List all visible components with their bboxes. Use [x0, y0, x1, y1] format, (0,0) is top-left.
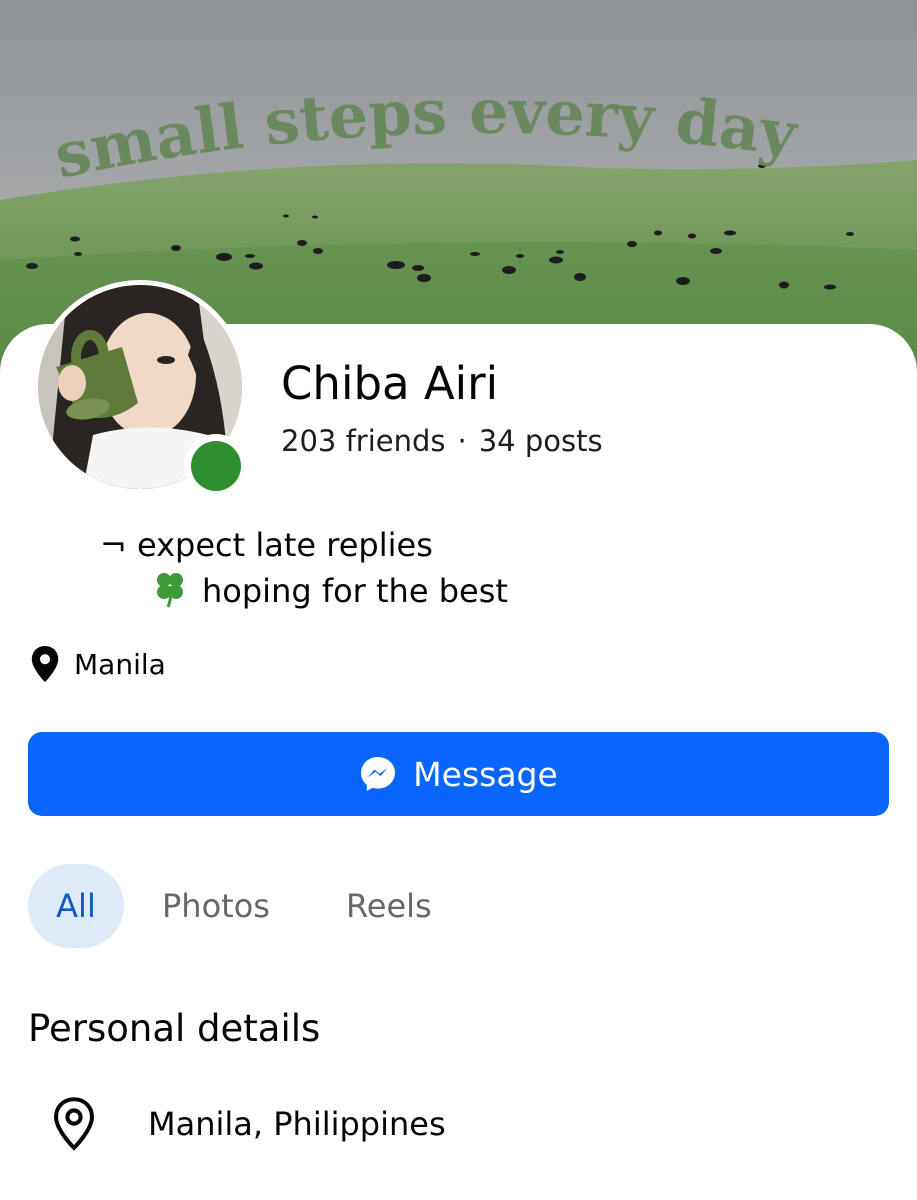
- messenger-icon: [361, 757, 396, 791]
- location-row: Manila: [30, 642, 166, 686]
- friends-count[interactable]: 203 friends: [281, 424, 446, 458]
- personal-details-title: Personal details: [28, 1007, 321, 1050]
- online-status-dot: [184, 434, 248, 498]
- tab-all[interactable]: All: [28, 864, 124, 948]
- message-button[interactable]: Message: [28, 732, 889, 816]
- content-tabs: All Photos Reels: [28, 864, 470, 948]
- location-pin-icon: [31, 646, 59, 682]
- location-pin-outline-icon: [54, 1097, 94, 1151]
- detail-row-location: Manila, Philippines: [52, 1094, 446, 1154]
- profile-name: Chiba Airi: [281, 357, 499, 410]
- location-label: Manila: [74, 647, 166, 681]
- bio-line-1: ¬ expect late replies: [100, 526, 433, 564]
- four-leaf-clover-icon: [157, 573, 183, 608]
- profile-stats: 203 friends · 34 posts: [281, 422, 603, 460]
- bio-line-2-row: hoping for the best: [100, 568, 508, 614]
- tab-photos[interactable]: Photos: [124, 864, 308, 948]
- detail-location-text: Manila, Philippines: [148, 1105, 446, 1143]
- posts-count: 34 posts: [478, 424, 603, 458]
- bio-line-2: hoping for the best: [202, 572, 508, 610]
- stats-separator: ·: [457, 424, 467, 458]
- profile-bio: ¬ expect late replies hoping for the bes…: [100, 522, 508, 614]
- tab-reels[interactable]: Reels: [308, 864, 470, 948]
- message-button-label: Message: [413, 754, 558, 794]
